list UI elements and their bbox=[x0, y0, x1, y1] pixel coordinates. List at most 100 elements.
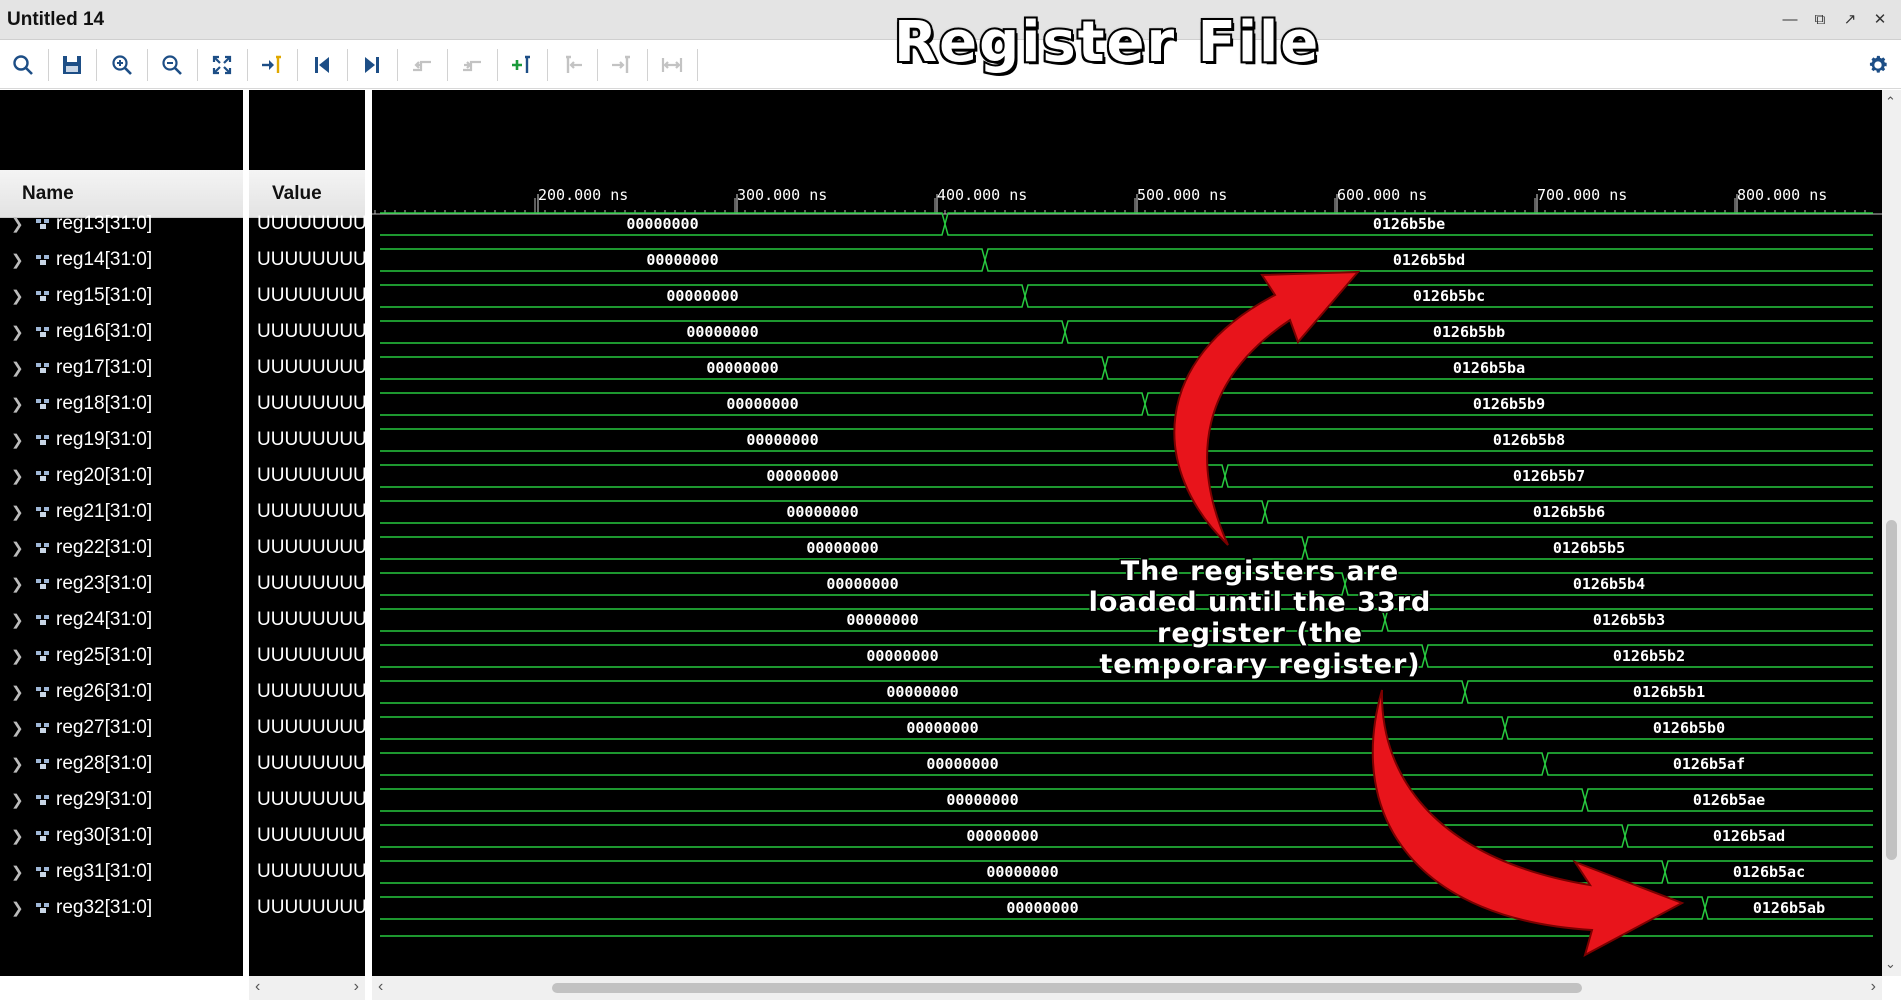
signal-waveform[interactable] bbox=[380, 500, 1873, 524]
minimize-icon[interactable]: — bbox=[1779, 8, 1801, 30]
expand-chevron-icon[interactable]: ❯ bbox=[11, 503, 27, 521]
waveform-value-label: 0126b5b4 bbox=[1573, 575, 1645, 593]
bus-signal-icon bbox=[36, 543, 49, 553]
scroll-left-icon[interactable]: ‹ bbox=[255, 978, 260, 996]
signal-waveform[interactable] bbox=[380, 284, 1873, 308]
go-to-last-time-icon[interactable] bbox=[356, 50, 388, 80]
annotation-line: The registers are bbox=[1119, 555, 1400, 589]
expand-chevron-icon[interactable]: ❯ bbox=[11, 575, 27, 593]
go-to-time-zero-icon[interactable] bbox=[306, 50, 338, 80]
signal-waveform[interactable] bbox=[380, 392, 1873, 416]
save-icon[interactable] bbox=[56, 50, 88, 80]
signal-name-row[interactable]: ❯ reg14[31:0] bbox=[0, 242, 243, 278]
next-transition-icon[interactable] bbox=[456, 50, 488, 80]
signal-name-row[interactable]: ❯ reg20[31:0] bbox=[0, 458, 243, 494]
expand-chevron-icon[interactable]: ❯ bbox=[11, 467, 27, 485]
expand-chevron-icon[interactable]: ❯ bbox=[11, 863, 27, 881]
signal-name-row[interactable]: ❯ reg16[31:0] bbox=[0, 314, 243, 350]
previous-marker-icon[interactable] bbox=[556, 50, 588, 80]
expand-chevron-icon[interactable]: ❯ bbox=[11, 899, 27, 917]
signal-waveform[interactable] bbox=[380, 464, 1873, 488]
expand-chevron-icon[interactable]: ❯ bbox=[11, 791, 27, 809]
scroll-left-icon[interactable]: ‹ bbox=[378, 978, 383, 996]
signal-waveform[interactable] bbox=[380, 248, 1873, 272]
scrollbar-thumb[interactable] bbox=[1886, 520, 1897, 860]
waveform-value-label: 0126b5ae bbox=[1693, 791, 1765, 809]
bus-signal-icon bbox=[36, 795, 49, 805]
signal-name-row[interactable]: ❯ reg25[31:0] bbox=[0, 638, 243, 674]
previous-transition-icon[interactable] bbox=[406, 50, 438, 80]
signal-waveform[interactable] bbox=[380, 428, 1873, 452]
next-marker-icon[interactable] bbox=[606, 50, 638, 80]
signal-waveform[interactable] bbox=[380, 752, 1873, 776]
window-title: Untitled 14 bbox=[7, 9, 105, 30]
expand-chevron-icon[interactable]: ❯ bbox=[11, 827, 27, 845]
signal-name: reg21[31:0] bbox=[56, 501, 153, 522]
scroll-up-icon[interactable]: ⌃ bbox=[1885, 94, 1896, 110]
expand-chevron-icon[interactable]: ❯ bbox=[11, 215, 27, 233]
expand-chevron-icon[interactable]: ❯ bbox=[11, 251, 27, 269]
expand-chevron-icon[interactable]: ❯ bbox=[11, 611, 27, 629]
signal-name-row[interactable]: ❯ reg17[31:0] bbox=[0, 350, 243, 386]
signal-waveform[interactable] bbox=[380, 824, 1873, 848]
expand-chevron-icon[interactable]: ❯ bbox=[11, 431, 27, 449]
signal-name-row[interactable]: ❯ reg31[31:0] bbox=[0, 854, 243, 890]
expand-chevron-icon[interactable]: ❯ bbox=[11, 287, 27, 305]
zoom-fit-icon[interactable] bbox=[206, 50, 238, 80]
signal-name-row[interactable]: ❯ reg28[31:0] bbox=[0, 746, 243, 782]
scroll-right-icon[interactable]: › bbox=[354, 978, 359, 996]
maximize-icon[interactable]: ↗ bbox=[1839, 8, 1861, 30]
waveform-horizontal-scrollbar[interactable]: ‹ › bbox=[372, 976, 1882, 1000]
signal-name-row[interactable]: ❯ reg18[31:0] bbox=[0, 386, 243, 422]
signal-name-row[interactable]: ❯ reg19[31:0] bbox=[0, 422, 243, 458]
signal-name-row[interactable]: ❯ reg26[31:0] bbox=[0, 674, 243, 710]
expand-chevron-icon[interactable]: ❯ bbox=[11, 359, 27, 377]
signal-name-row[interactable]: ❯ reg30[31:0] bbox=[0, 818, 243, 854]
expand-chevron-icon[interactable]: ❯ bbox=[11, 323, 27, 341]
signal-name-row[interactable]: ❯ reg13[31:0] bbox=[0, 206, 243, 242]
value-horizontal-scrollbar[interactable]: ‹ › bbox=[249, 976, 365, 1000]
signal-name-row[interactable]: ❯ reg22[31:0] bbox=[0, 530, 243, 566]
waveform-canvas[interactable]: 00000000 0126b5be 00000000 0126b5bd 00000000… bbox=[372, 90, 1882, 976]
add-marker-icon[interactable] bbox=[506, 50, 538, 80]
signal-value: UUUUUUUU bbox=[257, 573, 367, 594]
go-to-cursor-icon[interactable] bbox=[256, 50, 288, 80]
scroll-down-icon[interactable]: ⌄ bbox=[1885, 956, 1896, 972]
signal-name-row[interactable]: ❯ reg24[31:0] bbox=[0, 602, 243, 638]
expand-chevron-icon[interactable]: ❯ bbox=[11, 395, 27, 413]
signal-name-row[interactable]: ❯ reg29[31:0] bbox=[0, 782, 243, 818]
zoom-out-icon[interactable] bbox=[156, 50, 188, 80]
signal-waveform[interactable] bbox=[380, 788, 1873, 812]
signal-name: reg15[31:0] bbox=[56, 285, 153, 306]
signal-name-row[interactable]: ❯ reg15[31:0] bbox=[0, 278, 243, 314]
expand-chevron-icon[interactable]: ❯ bbox=[11, 683, 27, 701]
search-icon[interactable] bbox=[7, 50, 39, 80]
signal-name-row[interactable]: ❯ reg21[31:0] bbox=[0, 494, 243, 530]
expand-chevron-icon[interactable]: ❯ bbox=[11, 647, 27, 665]
signal-value: UUUUUUUU bbox=[257, 717, 367, 738]
swap-cursors-icon[interactable] bbox=[656, 50, 688, 80]
signal-waveform[interactable] bbox=[380, 212, 1873, 236]
signal-waveform[interactable] bbox=[380, 356, 1873, 380]
signal-name-row[interactable]: ❯ reg23[31:0] bbox=[0, 566, 243, 602]
restore-icon[interactable]: ⧉ bbox=[1809, 8, 1831, 30]
scrollbar-thumb[interactable] bbox=[552, 983, 1582, 993]
signal-waveform[interactable] bbox=[380, 860, 1873, 884]
signal-name-row[interactable]: ❯ reg32[31:0] bbox=[0, 890, 243, 926]
gear-icon[interactable] bbox=[1863, 50, 1893, 80]
signal-name: reg26[31:0] bbox=[56, 681, 153, 702]
signal-name-row[interactable]: ❯ reg27[31:0] bbox=[0, 710, 243, 746]
signal-waveform[interactable] bbox=[380, 320, 1873, 344]
waveform-value-label: 00000000 bbox=[766, 467, 838, 485]
signal-waveform[interactable] bbox=[380, 896, 1873, 920]
expand-chevron-icon[interactable]: ❯ bbox=[11, 755, 27, 773]
waveform-value-label: 0126b5b1 bbox=[1633, 683, 1705, 701]
zoom-in-icon[interactable] bbox=[106, 50, 138, 80]
close-icon[interactable]: ✕ bbox=[1869, 8, 1891, 30]
waveform-value-label: 00000000 bbox=[946, 791, 1018, 809]
vertical-scrollbar[interactable]: ⌃ ⌄ bbox=[1882, 90, 1901, 976]
expand-chevron-icon[interactable]: ❯ bbox=[11, 539, 27, 557]
scroll-right-icon[interactable]: › bbox=[1871, 978, 1876, 996]
signal-waveform[interactable] bbox=[380, 716, 1873, 740]
expand-chevron-icon[interactable]: ❯ bbox=[11, 719, 27, 737]
